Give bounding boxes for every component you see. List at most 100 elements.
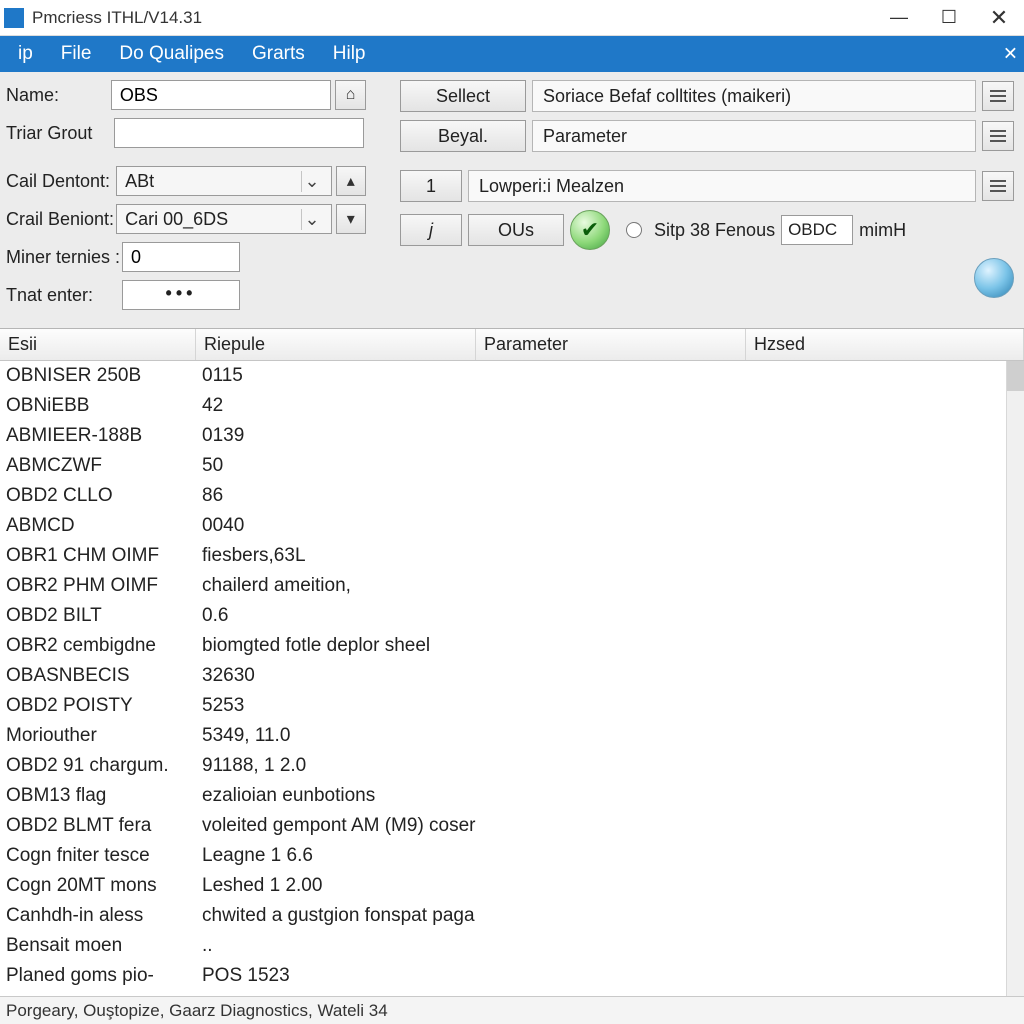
- table-row[interactable]: OBD2 POISTY5253: [0, 691, 1024, 721]
- soriace-menu-button[interactable]: [982, 81, 1014, 111]
- table-cell: OBASNBECIS: [0, 665, 196, 687]
- table-cell: OBNISER 250B: [0, 365, 196, 387]
- col-riepule[interactable]: Riepule: [196, 329, 476, 360]
- table-cell: OBNiEBB: [0, 395, 196, 417]
- maximize-button[interactable]: ☐: [924, 0, 974, 35]
- table-row[interactable]: ABMIEER-188B0139: [0, 421, 1024, 451]
- sitp-radio-label: Sitp 38 Fenous: [654, 220, 775, 241]
- soriace-field[interactable]: Soriace Befaf colltites (maikeri): [532, 80, 976, 112]
- scrollbar-thumb[interactable]: [1007, 361, 1024, 391]
- chevron-down-icon: ⌄: [301, 171, 323, 192]
- table-cell: 5253: [196, 695, 476, 717]
- table-cell: ABMIEER-188B: [0, 425, 196, 447]
- table-cell: Planed goms pio-: [0, 965, 196, 987]
- table-cell: 0.6: [196, 605, 476, 627]
- table-row[interactable]: OBR2 PHM OIMFchailerd ameition,: [0, 571, 1024, 601]
- cal-dentont-select[interactable]: ABt ⌄: [116, 166, 331, 196]
- form-panel: Name: ⌂ Triar Grout Cail Dentont: ABt ⌄ …: [0, 72, 1024, 329]
- j-button[interactable]: j: [400, 214, 462, 246]
- parameter-menu-button[interactable]: [982, 121, 1014, 151]
- name-input[interactable]: [111, 80, 331, 110]
- table-row[interactable]: ABMCZWF50: [0, 451, 1024, 481]
- table-row[interactable]: Planed goms pio-POS 1523: [0, 961, 1024, 991]
- group-input[interactable]: [114, 118, 364, 148]
- table-row[interactable]: OBNISER 250B0115: [0, 361, 1024, 391]
- table-cell: Bensait moen: [0, 935, 196, 957]
- table-row[interactable]: Cogn 20MT monsLeshed 1 2.00: [0, 871, 1024, 901]
- cral-beniont-label: Crail Beniont:: [6, 209, 116, 230]
- select-button[interactable]: Sellect: [400, 80, 526, 112]
- table-cell: 50: [196, 455, 476, 477]
- table-cell: ABMCD: [0, 515, 196, 537]
- col-hzsed[interactable]: Hzsed: [746, 329, 1024, 360]
- table-cell: ABMCZWF: [0, 455, 196, 477]
- table-row[interactable]: OBD2 CLLO86: [0, 481, 1024, 511]
- lowper-field[interactable]: Lowperi:i Mealzen: [468, 170, 976, 202]
- table-row[interactable]: Cogn fniter tesceLeagne 1 6.6: [0, 841, 1024, 871]
- parameter-field[interactable]: Parameter: [532, 120, 976, 152]
- lowper-menu-button[interactable]: [982, 171, 1014, 201]
- col-parameter[interactable]: Parameter: [476, 329, 746, 360]
- globe-icon[interactable]: [974, 258, 1014, 298]
- minimize-button[interactable]: —: [874, 0, 924, 35]
- table-cell: 0139: [196, 425, 476, 447]
- ous-button[interactable]: OUs: [468, 214, 564, 246]
- table-row[interactable]: OBR1 CHM OIMFfiesbers,63L: [0, 541, 1024, 571]
- table-cell: OBD2 91 chargum.: [0, 755, 196, 777]
- table-cell: 0040: [196, 515, 476, 537]
- table-row[interactable]: OBD2 91 chargum.91188, 1 2.0: [0, 751, 1024, 781]
- menubar: ip File Do Qualipes Grarts Hilp ✕: [0, 36, 1024, 72]
- menu-ip[interactable]: ip: [4, 36, 47, 72]
- table-row[interactable]: OBASNBECIS32630: [0, 661, 1024, 691]
- table-row[interactable]: OBD2 BLMT feravoleited gempont AM (M9) c…: [0, 811, 1024, 841]
- sitp-radio[interactable]: [626, 222, 642, 238]
- menu-help[interactable]: Hilp: [319, 36, 380, 72]
- scrollbar[interactable]: [1006, 361, 1024, 996]
- window-buttons: — ☐ ✕: [874, 0, 1024, 35]
- status-text: Porgeary, Ouştopize, Gaarz Diagnostics, …: [6, 1001, 388, 1021]
- check-icon[interactable]: ✔: [570, 210, 610, 250]
- cral-beniont-select[interactable]: Cari 00_6DS ⌄: [116, 204, 331, 234]
- unit-input[interactable]: OBDC: [781, 215, 853, 245]
- table-cell: 42: [196, 395, 476, 417]
- table-row[interactable]: OBD2 BILT0.6: [0, 601, 1024, 631]
- table-row[interactable]: Bensait moen..: [0, 931, 1024, 961]
- form-left: Name: ⌂ Triar Grout Cail Dentont: ABt ⌄ …: [6, 80, 366, 310]
- table-cell: voleited gempont AM (M9) coser: [196, 815, 476, 837]
- window-title: Pmcriess ITHL/V14.31: [32, 8, 874, 28]
- cal-dentont-up-icon[interactable]: ▴: [336, 166, 366, 196]
- beyal-button[interactable]: Beyal.: [400, 120, 526, 152]
- table-header: Esii Riepule Parameter Hzsed: [0, 329, 1024, 361]
- tnat-input[interactable]: •••: [122, 280, 240, 310]
- col-esii[interactable]: Esii: [0, 329, 196, 360]
- table-row[interactable]: Moriouther5349, 11.0: [0, 721, 1024, 751]
- table-row[interactable]: Canhdh-in alesschwited a gustgion fonspa…: [0, 901, 1024, 931]
- miner-input[interactable]: [122, 242, 240, 272]
- one-button[interactable]: 1: [400, 170, 462, 202]
- cal-dentont-label: Cail Dentont:: [6, 171, 116, 192]
- table-row[interactable]: OBR2 cembigdnebiomgted fotle deplor shee…: [0, 631, 1024, 661]
- tnat-label: Tnat enter:: [6, 285, 122, 306]
- table-row[interactable]: OBNiEBB42: [0, 391, 1024, 421]
- table-cell: 91188, 1 2.0: [196, 755, 476, 777]
- menu-grarts[interactable]: Grarts: [238, 36, 319, 72]
- table-cell: Cogn 20MT mons: [0, 875, 196, 897]
- cral-beniont-down-icon[interactable]: ▾: [336, 204, 366, 234]
- table-cell: POS 1523: [196, 965, 476, 987]
- app-icon: [4, 8, 24, 28]
- table-cell: OBR1 CHM OIMF: [0, 545, 196, 567]
- table-cell: chailerd ameition,: [196, 575, 476, 597]
- table-cell: OBM13 flag: [0, 785, 196, 807]
- menu-qualipes[interactable]: Do Qualipes: [105, 36, 238, 72]
- table-cell: OBR2 cembigdne: [0, 635, 196, 657]
- table-row[interactable]: ABMCD0040: [0, 511, 1024, 541]
- table-row[interactable]: OBM13 flagezalioian eunbotions: [0, 781, 1024, 811]
- menu-file[interactable]: File: [47, 36, 106, 72]
- table-cell: 86: [196, 485, 476, 507]
- menubar-close-icon[interactable]: ✕: [1003, 44, 1018, 65]
- table-cell: Canhdh-in aless: [0, 905, 196, 927]
- home-icon[interactable]: ⌂: [335, 80, 366, 110]
- close-button[interactable]: ✕: [974, 0, 1024, 35]
- table-cell: 0115: [196, 365, 476, 387]
- table-cell: Leagne 1 6.6: [196, 845, 476, 867]
